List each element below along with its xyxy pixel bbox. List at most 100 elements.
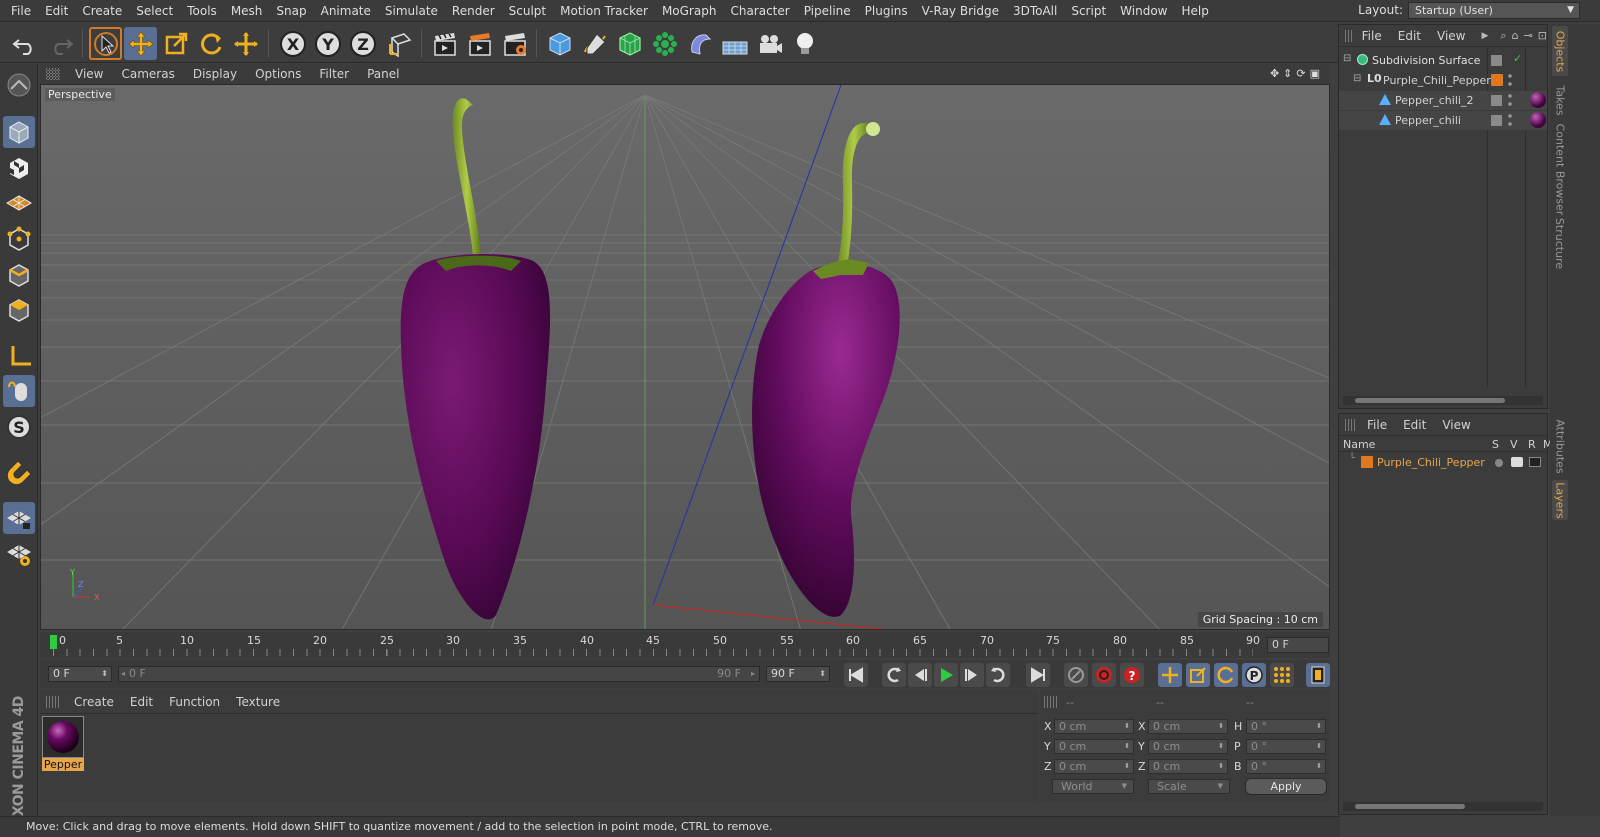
drag-grip-icon[interactable] [1044,696,1058,708]
viewport-menu-cameras[interactable]: Cameras [112,67,183,81]
render-clapper-icon[interactable] [1529,457,1541,467]
x-axis-lock-button[interactable]: X [276,27,309,60]
go-to-end-button[interactable] [1026,663,1050,687]
drag-grip-icon[interactable] [46,68,60,80]
orbit-icon[interactable]: ⟳ [1296,67,1305,80]
menu-sculpt[interactable]: Sculpt [502,4,553,18]
pos-x-field[interactable]: 0 cm ⬍ [1054,719,1134,734]
home-icon[interactable]: ⌂ [1512,29,1519,42]
layer-menu-file[interactable]: File [1359,418,1395,432]
tab-takes[interactable]: Takes [1552,80,1568,120]
tweak-mode-button[interactable] [3,375,35,407]
apply-button[interactable]: Apply [1245,778,1327,795]
link-icon[interactable]: ⊸ [1524,29,1533,42]
pan-icon[interactable]: ✥ [1270,67,1279,80]
enabled-check-icon[interactable]: ✓ [1513,52,1522,65]
cube-object-button[interactable] [543,27,576,60]
material-menu-create[interactable]: Create [66,695,122,709]
search-icon[interactable]: ⌕ [1500,29,1506,43]
tab-content-browser[interactable]: Content Browser [1552,123,1568,215]
next-frame-button[interactable] [960,663,984,687]
previous-key-button[interactable] [882,663,906,687]
snapping-button[interactable]: S [3,411,35,443]
locked-workplane-button[interactable] [3,502,35,534]
record-keys-button[interactable] [1064,663,1088,687]
tab-objects[interactable]: Objects [1552,26,1568,76]
menu-plugins[interactable]: Plugins [858,4,915,18]
mograph-cloner-button[interactable] [648,27,681,60]
layout-dropdown[interactable]: Startup (User) ▼ [1408,2,1580,19]
viewport-menu-display[interactable]: Display [184,67,246,81]
preview-range-slider[interactable]: 0 F 90 F ◂ ▸ [118,666,760,682]
tab-attributes[interactable]: Attributes [1552,416,1568,476]
make-editable-button[interactable] [3,69,35,101]
scrollbar-thumb[interactable] [1355,398,1505,403]
layer-row-purple-chili-pepper[interactable]: └ Purple_Chili_Pepper [1339,453,1547,472]
play-button[interactable] [934,663,958,687]
key-pla-button[interactable] [1270,663,1294,687]
model-mode-button[interactable] [3,116,35,148]
visibility-dots-icon[interactable] [1508,113,1512,127]
object-row-pepper-chili-2[interactable]: Pepper_chili_2 [1339,91,1547,110]
viewport-menu-panel[interactable]: Panel [358,67,408,81]
texture-mode-button[interactable] [3,152,35,184]
menu-motion-tracker[interactable]: Motion Tracker [553,4,655,18]
layer-swatch[interactable] [1491,55,1502,66]
start-frame-field[interactable]: 0 F ⬍ [48,666,112,682]
material-tag-icon[interactable] [1530,112,1546,128]
key-rotation-button[interactable] [1214,663,1238,687]
column-view[interactable]: V [1510,438,1518,451]
pos-y-field[interactable]: 0 cm ⬍ [1054,739,1134,754]
menu-edit[interactable]: Edit [38,4,75,18]
render-view-button[interactable] [428,27,461,60]
autokeying-button[interactable]: ? [1120,663,1144,687]
playhead-marker[interactable] [50,635,57,649]
tab-structure[interactable]: Structure [1552,217,1568,268]
visibility-dots-icon[interactable] [1508,93,1512,107]
solo-toggle-icon[interactable] [1495,459,1503,467]
recent-tool-button[interactable] [229,27,262,60]
tree-collapse-icon[interactable]: ⊟ [1353,73,1361,84]
camera-object-button[interactable] [753,27,786,60]
move-tool-button[interactable] [124,27,157,60]
workplane-mode-button[interactable] [3,187,35,219]
tree-collapse-icon[interactable]: ⊟ [1343,53,1351,64]
planar-workplane-button[interactable] [3,538,35,570]
horizontal-scrollbar[interactable] [1343,802,1543,811]
rotate-tool-button[interactable] [194,27,227,60]
deformer-button[interactable] [683,27,716,60]
floor-object-button[interactable] [718,27,751,60]
size-z-field[interactable]: 0 cm ⬍ [1148,759,1228,774]
object-row-subdivision-surface[interactable]: ⊟ Subdivision Surface ✓ [1339,51,1547,70]
points-mode-button[interactable] [3,223,35,255]
object-row-pepper-chili[interactable]: Pepper_chili [1339,111,1547,130]
tab-layers[interactable]: Layers [1552,480,1568,520]
layer-color-tag[interactable] [1361,456,1373,468]
axis-mode-button[interactable] [3,340,35,372]
menu-vray-bridge[interactable]: V-Ray Bridge [915,4,1006,18]
column-name[interactable]: Name [1343,438,1375,451]
spline-pen-button[interactable] [578,27,611,60]
layer-swatch[interactable] [1491,115,1502,126]
menu-render[interactable]: Render [445,4,502,18]
viewport-menu-view[interactable]: View [66,67,112,81]
menu-animate[interactable]: Animate [314,4,378,18]
next-key-button[interactable] [986,663,1010,687]
timeline-window-button[interactable] [1306,663,1330,687]
view-eye-icon[interactable] [1511,457,1523,467]
material-menu-texture[interactable]: Texture [228,695,288,709]
maximize-icon[interactable]: ▣ [1310,67,1320,80]
current-frame-field[interactable]: 0 F [1267,637,1329,653]
y-axis-lock-button[interactable]: Y [311,27,344,60]
new-panel-icon[interactable]: ⊡ [1538,29,1547,42]
go-to-start-button[interactable] [844,663,868,687]
column-solo[interactable]: S [1492,438,1499,451]
camera-label[interactable]: Perspective [45,88,115,101]
coordinate-mode-dropdown[interactable]: World ▼ [1052,779,1134,794]
column-render[interactable]: R [1528,438,1536,451]
subdivision-surface-button[interactable] [613,27,646,60]
magnet-tool-button[interactable] [3,457,35,489]
scale-tool-button[interactable] [159,27,192,60]
material-tag-icon[interactable] [1530,92,1546,108]
drag-grip-icon[interactable] [1345,29,1352,42]
